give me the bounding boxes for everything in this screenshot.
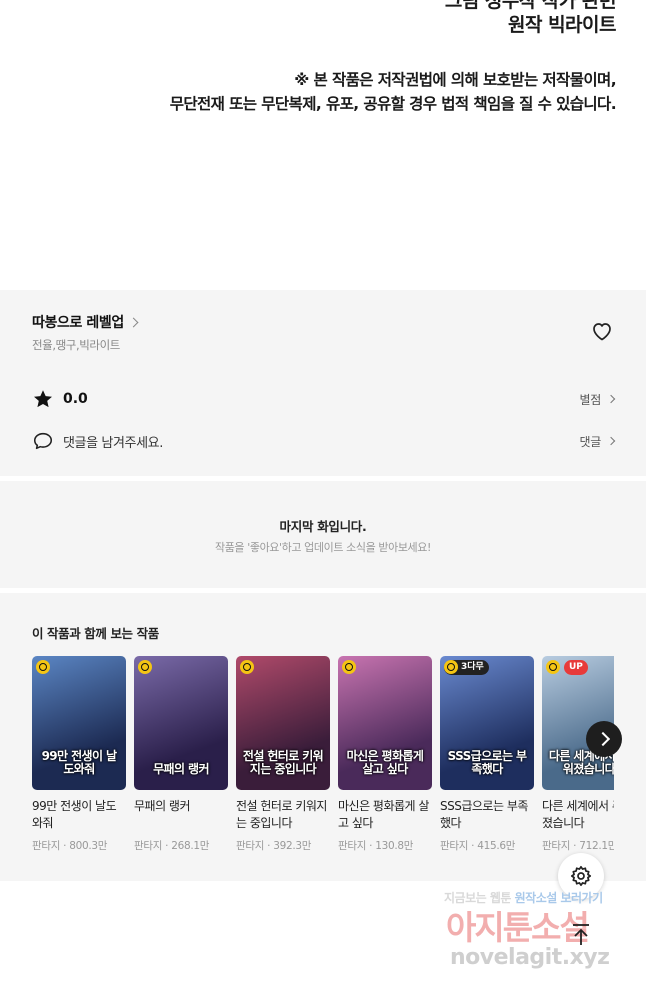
recommendation-genre: 판타지 (542, 840, 571, 852)
thumbnail-title: SSS급으로는 부족했다 (447, 748, 527, 776)
recommendation-views: 392.3만 (273, 840, 312, 852)
recommendation-genre: 판타지 (440, 840, 469, 852)
meta-separator: · (366, 840, 376, 852)
recommendation-meta: 판타지 · 712.1만 (542, 838, 614, 853)
episode-end-page: 그림 정수작 작가 관련 원작 빅라이트 ※ 본 작품은 저작권법에 의해 보호… (0, 0, 646, 997)
gear-icon (570, 865, 592, 887)
thumbnail-title: 마신은 평화롭게 살고 싶다 (346, 748, 424, 776)
heart-icon[interactable] (590, 319, 614, 343)
recommendation-genre: 판타지 (32, 840, 61, 852)
work-authors: 전율,땡구,빅라이트 (32, 338, 120, 352)
recommendation-meta: 판타지 · 800.3만 (32, 838, 126, 853)
work-info-panel: 따봉으로 레벨업 전율,땡구,빅라이트 0.0 별점 댓글을 남겨주세요. 댓글 (0, 290, 646, 476)
comment-link[interactable]: 댓글 (579, 433, 616, 450)
star-icon (34, 390, 52, 408)
speech-bubble-icon (33, 432, 53, 450)
comment-link-label: 댓글 (579, 434, 602, 449)
meta-separator: · (162, 840, 172, 852)
work-title: 따봉으로 레벨업 (32, 315, 124, 331)
recommendation-thumbnail: 무패의 랭커 (134, 656, 228, 790)
wait-free-clock-icon (36, 660, 50, 674)
recommendation-card[interactable]: 마신은 평화롭게 살고 싶다 마신은 평화롭게 살고 싶다 판타지 · 130.8만 (338, 656, 432, 853)
copyright-notice-line1: ※ 본 작품은 저작권법에 의해 보호받는 저작물이며, (294, 71, 616, 89)
recommendation-views: 268.1만 (171, 840, 210, 852)
chevron-right-icon (128, 317, 139, 327)
carousel-next-button[interactable] (586, 721, 622, 757)
recommendation-title: SSS급으로는 부족했다 (440, 799, 528, 831)
scroll-top-icon[interactable] (568, 921, 594, 947)
recommendation-genre: 판타지 (236, 840, 265, 852)
thumbnail-title: 전설 헌터로 키워지는 중입니다 (242, 748, 324, 776)
recommendation-title: 마신은 평화롭게 살고 싶다 (338, 799, 429, 831)
recommendation-title: 무패의 랭커 (134, 799, 191, 813)
recommendation-title: 다른 세계에서 주워졌습니다 (542, 799, 614, 831)
wait-free-clock-icon (138, 660, 152, 674)
recommendation-views: 130.8만 (375, 840, 414, 852)
recommendation-meta: 판타지 · 415.6만 (440, 838, 534, 853)
recommendation-genre: 판타지 (338, 840, 367, 852)
thumbnail-title: 무패의 랭커 (153, 761, 209, 776)
up-badge: UP (564, 660, 588, 675)
recommendation-thumbnail: 마신은 평화롭게 살고 싶다 (338, 656, 432, 790)
wait-free-clock-icon (546, 660, 560, 674)
watermark-url: novelagit.xyz (450, 945, 610, 970)
last-episode-notice: 마지막 화입니다. 작품을 '좋아요'하고 업데이트 소식을 받아보세요! (0, 481, 646, 588)
recommendation-views: 800.3만 (69, 840, 108, 852)
recommendation-carousel: 99만 전생이 날 도와줘 99만 전생이 날도와줘판타지 · 800.3만 무패의… (32, 656, 614, 866)
recommendation-card[interactable]: SSS급으로는 부족했다 3다무 SSS급으로는 부족했다 판타지 · 415.6만 (440, 656, 534, 853)
meta-separator: · (570, 840, 580, 852)
recommendation-title: 전설 헌터로 키워지는 중입니다 (236, 799, 327, 831)
recommendation-card[interactable]: 무패의 랭커 무패의 랭커 판타지 · 268.1만 (134, 656, 228, 853)
rating-link-label: 별점 (579, 392, 602, 407)
watermark-brand: 아지툰소설 (446, 908, 590, 947)
credit-original: 원작 빅라이트 (508, 14, 617, 36)
recommendation-title: 99만 전생이 날도와줘 (32, 799, 117, 831)
recommendations-section: 이 작품과 함께 보는 작품 99만 전생이 날 도와줘 99만 전생이 날도와줘… (0, 593, 646, 881)
recommendation-meta: 판타지 · 268.1만 (134, 838, 228, 853)
last-episode-subtitle: 작품을 '좋아요'하고 업데이트 소식을 받아보세요! (214, 541, 432, 554)
recommendations-heading: 이 작품과 함께 보는 작품 (32, 626, 159, 641)
recommendation-genre: 판타지 (134, 840, 163, 852)
last-episode-title: 마지막 화입니다. (279, 519, 367, 534)
meta-separator: · (264, 840, 274, 852)
recommendation-card[interactable]: 99만 전생이 날 도와줘 99만 전생이 날도와줘판타지 · 800.3만 (32, 656, 126, 853)
comment-row: 댓글을 남겨주세요. 댓글 (32, 429, 616, 453)
recommendation-meta: 판타지 · 392.3만 (236, 838, 330, 853)
recommendation-thumbnail: 99만 전생이 날 도와줘 (32, 656, 126, 790)
wait-free-clock-icon (444, 660, 458, 674)
meta-separator: · (468, 840, 478, 852)
chevron-right-icon (606, 436, 616, 446)
wait-free-clock-icon (342, 660, 356, 674)
comment-prompt[interactable]: 댓글을 남겨주세요. (63, 432, 163, 451)
recommendation-thumbnail: 전설 헌터로 키워지는 중입니다 (236, 656, 330, 790)
recommendation-meta: 판타지 · 130.8만 (338, 838, 432, 853)
episode-credits: 그림 정수작 작가 관련 원작 빅라이트 ※ 본 작품은 저작권법에 의해 보호… (0, 0, 646, 290)
recommendation-views: 712.1만 (579, 840, 614, 852)
recommendation-card[interactable]: 전설 헌터로 키워지는 중입니다 전설 헌터로 키워지는 중입니다 판타지 · 39… (236, 656, 330, 853)
rating-value: 0.0 (63, 391, 88, 407)
meta-separator: · (60, 840, 70, 852)
rating-link[interactable]: 별점 (579, 391, 616, 408)
work-title-link[interactable]: 따봉으로 레벨업 (32, 312, 139, 332)
recommendation-thumbnail: SSS급으로는 부족했다 3다무 (440, 656, 534, 790)
copyright-notice-line2: 무단전재 또는 무단복제, 유포, 공유할 경우 법적 책임을 질 수 있습니다… (169, 95, 617, 113)
thumbnail-title: 99만 전생이 날 도와줘 (41, 748, 117, 776)
recommendation-views: 415.6만 (477, 840, 516, 852)
chevron-right-icon (606, 394, 616, 404)
wait-free-clock-icon (240, 660, 254, 674)
rating-row: 0.0 별점 (32, 387, 616, 411)
